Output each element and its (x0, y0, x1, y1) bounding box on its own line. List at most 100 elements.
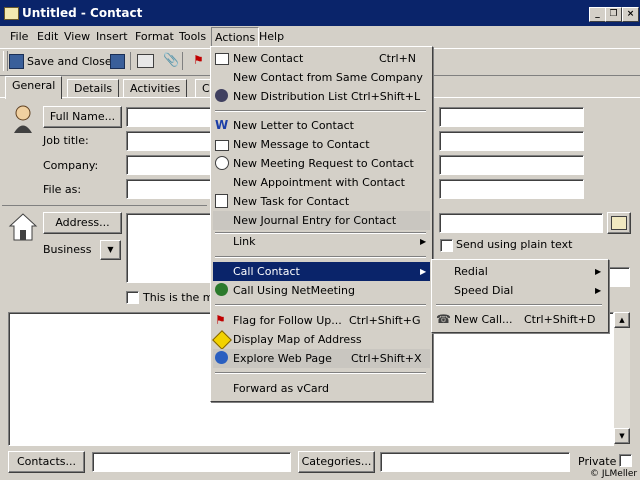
tab-activities[interactable]: Activities (123, 79, 188, 98)
mailing-address-checkbox[interactable] (126, 291, 139, 304)
phone-field-1[interactable] (439, 107, 584, 127)
restore-button[interactable]: ❐ (605, 7, 622, 22)
menu-link[interactable]: Link ▶ (213, 232, 430, 251)
full-name-field[interactable] (126, 107, 214, 127)
task-icon (215, 194, 228, 208)
submenu-arrow-icon: ▶ (595, 286, 602, 295)
notes-scrollbar[interactable]: ▲ ▼ (614, 312, 630, 444)
save-and-close-button[interactable]: Save and Close (27, 55, 112, 68)
word-icon: W (215, 118, 229, 132)
menu-insert[interactable]: Insert (96, 30, 128, 43)
private-checkbox[interactable] (619, 454, 632, 467)
actions-menu: New Contact Ctrl+N New Contact from Same… (210, 46, 433, 402)
address-book-button[interactable] (607, 212, 631, 234)
submenu-new-call[interactable]: ☎ New Call... Ctrl+Shift+D (434, 310, 606, 329)
address-type-label: Business (43, 243, 92, 256)
distribution-list-icon (215, 89, 228, 102)
menu-format[interactable]: Format (135, 30, 174, 43)
menu-separator-4 (215, 304, 426, 306)
company-field[interactable] (126, 155, 214, 175)
print-icon[interactable] (137, 54, 154, 68)
full-name-button[interactable]: Full Name... (43, 106, 122, 128)
menu-new-contact[interactable]: New Contact Ctrl+N (213, 49, 430, 68)
person-icon (12, 104, 34, 134)
toolbar-grip (3, 51, 8, 71)
phone-icon: ☎ (436, 312, 451, 326)
menu-new-distribution-list[interactable]: New Distribution List Ctrl+Shift+L (213, 87, 430, 106)
divider (2, 205, 207, 206)
file-as-field[interactable] (126, 179, 214, 199)
categories-field[interactable] (380, 452, 570, 472)
menu-separator-3 (215, 256, 426, 258)
minimize-button[interactable]: _ (589, 7, 606, 22)
paperclip-icon[interactable]: 📎 (163, 53, 179, 68)
menu-new-meeting-request[interactable]: New Meeting Request to Contact (213, 154, 430, 173)
house-icon (8, 212, 38, 242)
scroll-down-button[interactable]: ▼ (614, 428, 630, 444)
map-icon (212, 330, 232, 350)
menu-separator (215, 110, 426, 112)
menu-new-contact-same-company[interactable]: New Contact from Same Company (213, 68, 430, 87)
plain-text-label: Send using plain text (456, 238, 573, 251)
menu-view[interactable]: View (64, 30, 90, 43)
save-icon (9, 54, 24, 69)
email-field[interactable] (439, 213, 603, 233)
scroll-up-button[interactable]: ▲ (614, 312, 630, 328)
file-as-label: File as: (43, 183, 82, 196)
netmeeting-icon (215, 283, 228, 296)
phone-field-4[interactable] (439, 179, 584, 199)
submenu-speed-dial[interactable]: Speed Dial ▶ (434, 281, 606, 300)
menu-file[interactable]: File (10, 30, 28, 43)
private-label: Private (578, 455, 617, 468)
plain-text-checkbox[interactable] (440, 239, 453, 252)
menu-new-appointment[interactable]: New Appointment with Contact (213, 173, 430, 192)
menu-call-netmeeting[interactable]: Call Using NetMeeting (213, 281, 430, 300)
menu-call-contact[interactable]: Call Contact ▶ (213, 262, 430, 281)
menu-separator-5 (215, 372, 426, 374)
menu-flag-follow-up[interactable]: ⚑ Flag for Follow Up... Ctrl+Shift+G (213, 311, 430, 330)
message-icon (215, 140, 229, 151)
submenu-arrow-icon: ▶ (420, 267, 427, 276)
toolbar-separator-2 (182, 52, 183, 70)
copyright-text: © JLMeller (590, 469, 638, 479)
job-title-field[interactable] (126, 131, 214, 151)
tab-general[interactable]: General (5, 76, 63, 99)
address-button[interactable]: Address... (43, 212, 122, 234)
menu-display-map[interactable]: Display Map of Address (212, 330, 430, 350)
web-icon (215, 351, 228, 364)
menu-tools[interactable]: Tools (179, 30, 206, 43)
tab-details[interactable]: Details (67, 79, 120, 98)
company-label: Company: (43, 159, 99, 172)
contact-card-icon (4, 7, 19, 20)
save-disk-icon[interactable] (110, 54, 125, 69)
submenu-redial[interactable]: Redial ▶ (434, 262, 606, 281)
categories-button[interactable]: Categories... (298, 451, 375, 473)
menu-edit[interactable]: Edit (37, 30, 58, 43)
meeting-icon (215, 156, 229, 170)
phone-field-2[interactable] (439, 131, 584, 151)
menu-new-message[interactable]: New Message to Contact (213, 135, 430, 154)
flag-icon: ⚑ (215, 313, 226, 327)
menu-new-letter[interactable]: W New Letter to Contact (213, 116, 430, 135)
toolbar-separator (130, 52, 131, 70)
menu-new-task[interactable]: New Task for Contact (213, 192, 430, 211)
contacts-button[interactable]: Contacts... (8, 451, 85, 473)
address-book-icon (611, 216, 627, 230)
window-title: Untitled - Contact (22, 6, 143, 20)
menu-help[interactable]: Help (259, 30, 284, 43)
menu-new-journal-entry[interactable]: New Journal Entry for Contact (213, 211, 430, 230)
job-title-label: Job title: (43, 134, 89, 147)
menu-explore-web-page[interactable]: Explore Web Page Ctrl+Shift+X (213, 349, 430, 368)
menu-forward-vcard[interactable]: Forward as vCard (213, 379, 430, 398)
submenu-separator (436, 304, 602, 306)
call-contact-submenu: Redial ▶ Speed Dial ▶ ☎ New Call... Ctrl… (431, 259, 609, 333)
flag-icon[interactable]: ⚑ (193, 53, 204, 67)
close-button[interactable]: × (622, 7, 639, 22)
contacts-field[interactable] (92, 452, 291, 472)
address-type-dropdown[interactable]: ▼ (100, 240, 121, 260)
submenu-arrow-icon: ▶ (595, 267, 602, 276)
address-field[interactable] (126, 213, 212, 283)
new-contact-icon (215, 53, 229, 65)
phone-field-3[interactable] (439, 155, 584, 175)
submenu-arrow-icon: ▶ (420, 237, 427, 246)
